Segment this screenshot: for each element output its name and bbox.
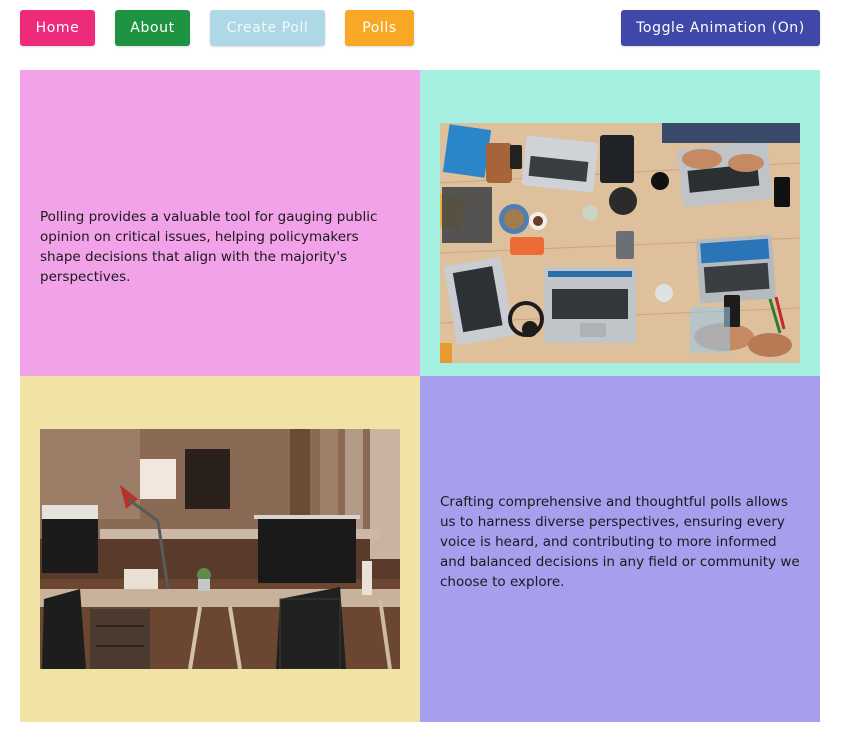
home-button[interactable]: Home	[20, 10, 95, 46]
laptops-meeting-illustration	[440, 123, 800, 363]
panel-top-right	[420, 70, 820, 376]
polling-description-text: Polling provides a valuable tool for gau…	[40, 209, 378, 285]
panel-bottom-right: Crafting comprehensive and thoughtful po…	[420, 376, 820, 722]
toggle-animation-button[interactable]: Toggle Animation (On)	[621, 10, 820, 46]
panel-bottom-left	[20, 376, 420, 722]
panel-top-left: Polling provides a valuable tool for gau…	[20, 70, 420, 376]
create-poll-button[interactable]: Create Poll	[210, 10, 325, 46]
laptops-meeting-photo	[440, 123, 800, 363]
empty-office-illustration	[40, 429, 400, 669]
polls-purpose-text: Crafting comprehensive and thoughtful po…	[440, 494, 800, 590]
top-navbar: Home About Create Poll Polls Toggle Anim…	[20, 10, 820, 46]
empty-office-photo	[40, 429, 400, 669]
content-grid: Polling provides a valuable tool for gau…	[20, 70, 820, 722]
polls-button[interactable]: Polls	[345, 10, 414, 46]
about-button[interactable]: About	[115, 10, 190, 46]
